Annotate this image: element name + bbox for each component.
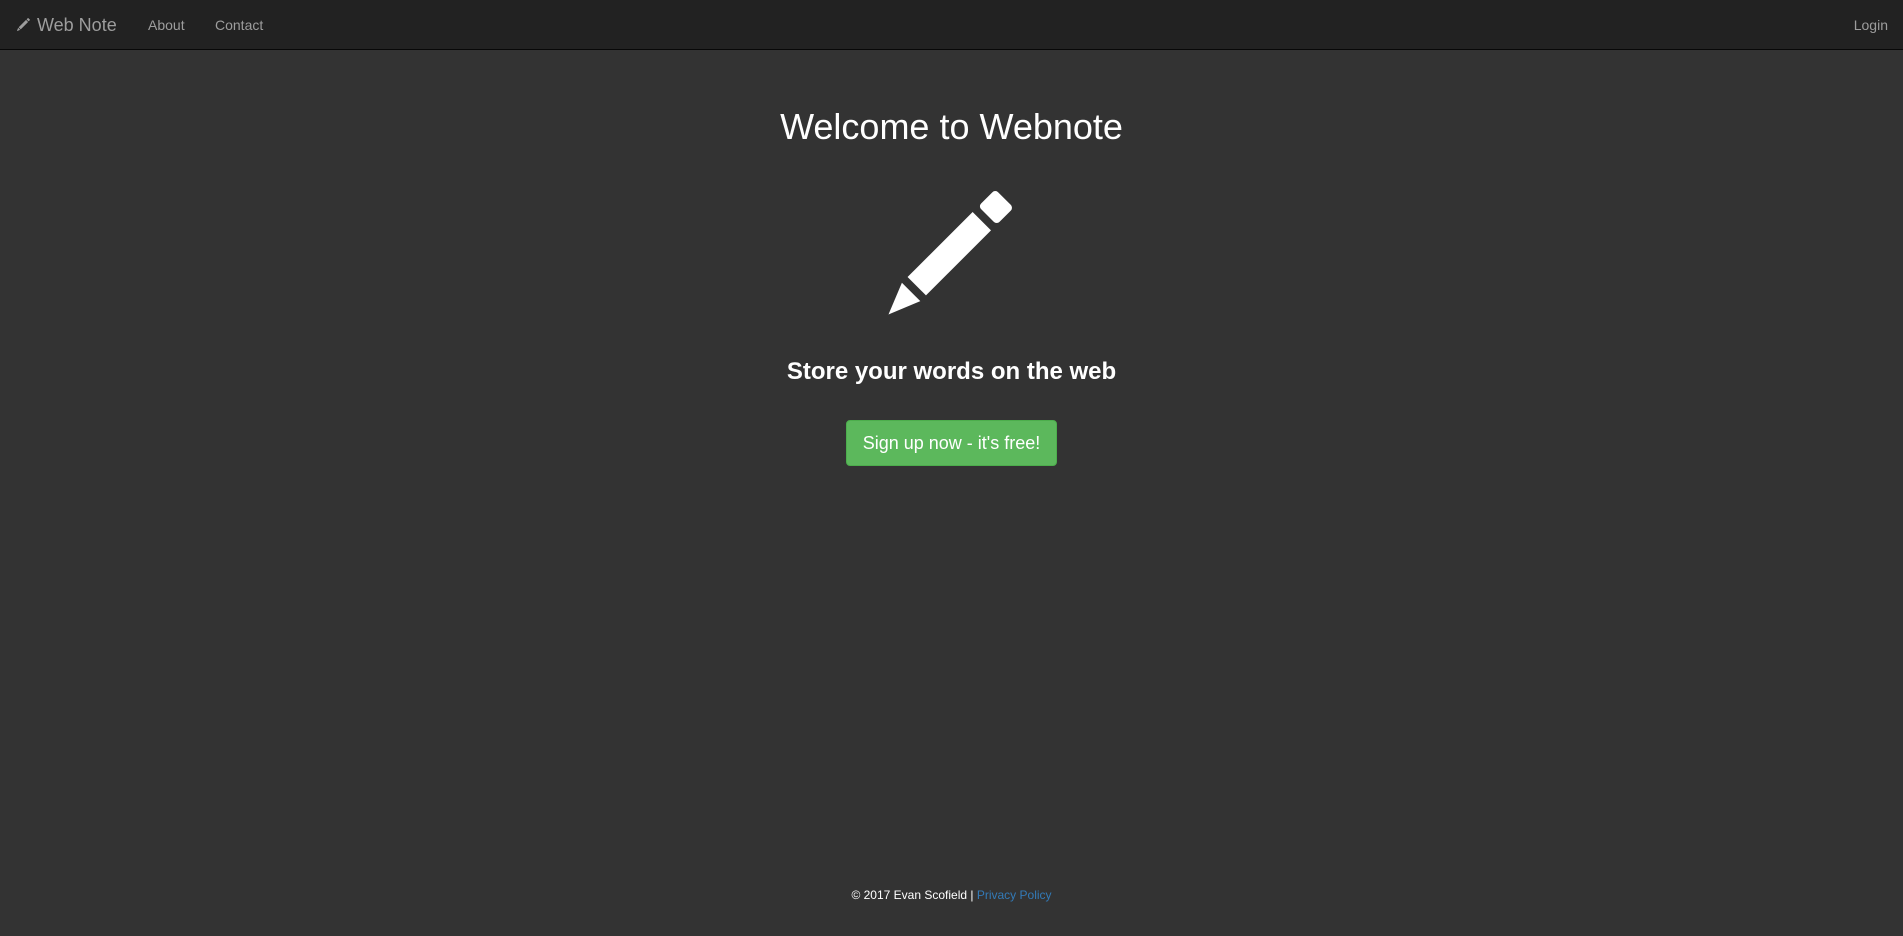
brand-link[interactable]: Web Note xyxy=(14,0,117,50)
hero-subtitle: Store your words on the web xyxy=(786,358,1117,385)
nav-contact-link[interactable]: Contact xyxy=(215,0,263,50)
footer: © 2017 Evan Scofield | Privacy Policy xyxy=(0,888,1903,902)
pencil-icon xyxy=(14,16,32,34)
hero-title: Welcome to Webnote xyxy=(780,106,1123,147)
nav-about-link[interactable]: About xyxy=(148,0,185,50)
nav-login-link[interactable]: Login xyxy=(1854,0,1888,50)
privacy-policy-link[interactable]: Privacy Policy xyxy=(977,888,1052,902)
pencil-icon xyxy=(875,178,1025,328)
signup-button[interactable]: Sign up now - it's free! xyxy=(846,420,1057,466)
brand-label: Web Note xyxy=(37,14,117,35)
navbar: Web Note About Contact Login xyxy=(0,0,1903,50)
footer-copyright: © 2017 Evan Scofield | xyxy=(851,888,974,902)
